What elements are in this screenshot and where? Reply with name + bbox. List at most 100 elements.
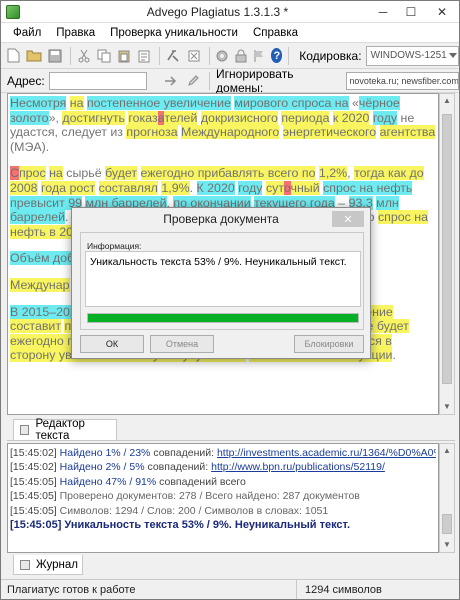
plain-text: сырьё bbox=[62, 166, 106, 181]
chevron-down-icon[interactable] bbox=[448, 45, 459, 66]
match-highlight: на bbox=[49, 166, 63, 181]
window-title: Advego Plagiatus 1.3.1.3 * bbox=[146, 4, 289, 19]
match-highlight: Междунар bbox=[10, 277, 70, 292]
match-highlight: докризисного bbox=[200, 110, 278, 125]
toolbar-separator bbox=[208, 46, 210, 65]
blocks-button[interactable]: Блокировки bbox=[294, 335, 364, 353]
log-line: [15:45:05] Символов: 1294 / Слов: 200 / … bbox=[10, 504, 436, 518]
encoding-select[interactable]: WINDOWS-1251 bbox=[365, 45, 450, 66]
log-time: [15:45:02] bbox=[10, 461, 57, 474]
close-button[interactable]: ✕ bbox=[425, 1, 459, 23]
plain-text: », bbox=[48, 110, 63, 125]
clear-icon[interactable] bbox=[187, 48, 201, 64]
log-scrollbar[interactable]: ▲ ▼ bbox=[439, 443, 455, 553]
edit-icon[interactable] bbox=[185, 73, 201, 89]
ok-button[interactable]: ОК bbox=[80, 335, 144, 353]
toolbar: ? Кодировка: WINDOWS-1251 bbox=[1, 43, 459, 69]
minimize-button[interactable]: ─ bbox=[369, 1, 397, 23]
plain-text: « bbox=[348, 96, 359, 110]
scroll-thumb[interactable] bbox=[442, 514, 452, 534]
address-input[interactable] bbox=[48, 71, 148, 90]
log-line: [15:45:02] Найдено 2% / 5% совпадений: h… bbox=[10, 460, 436, 474]
lock-icon[interactable] bbox=[235, 48, 247, 64]
app-logo-icon bbox=[6, 4, 20, 19]
toolbar-separator bbox=[209, 71, 211, 90]
go-arrow-icon[interactable] bbox=[163, 73, 179, 89]
dialog-title-bar: Проверка документа ✕ bbox=[72, 208, 370, 230]
paste-icon[interactable] bbox=[117, 48, 131, 64]
match-highlight-alt: К 2020 bbox=[196, 180, 235, 195]
new-file-icon[interactable] bbox=[7, 48, 20, 64]
cut-icon[interactable] bbox=[77, 48, 91, 64]
menu-file[interactable]: Файл bbox=[5, 27, 48, 39]
document-icon bbox=[20, 425, 30, 435]
match-highlight: гоказ bbox=[128, 110, 158, 125]
match-highlight: прогноза bbox=[126, 125, 178, 140]
plain-text bbox=[137, 166, 140, 180]
log-text: совпадений: bbox=[150, 447, 217, 459]
match-highlight-alt: году bbox=[238, 180, 263, 195]
settings-icon[interactable] bbox=[215, 48, 229, 64]
scroll-down-icon[interactable]: ▼ bbox=[440, 538, 454, 552]
scroll-up-icon[interactable]: ▲ bbox=[440, 94, 454, 108]
log-found: Найдено 2% / 5% bbox=[59, 461, 145, 474]
match-highlight-alt: В 2015–202 bbox=[10, 304, 77, 319]
toolbar-separator bbox=[158, 46, 160, 65]
scroll-thumb[interactable] bbox=[442, 114, 452, 384]
address-bar: Адрес: Игнорировать домены: novoteka.ru;… bbox=[1, 67, 459, 95]
dialog-close-button[interactable]: ✕ bbox=[332, 211, 364, 227]
character-count: 1294 символов bbox=[305, 583, 382, 596]
editor-paragraph: Несмотря на постепенное увеличение миров… bbox=[10, 96, 436, 154]
tab-text-editor[interactable]: Редактор текста bbox=[13, 418, 117, 442]
typo-highlight: С bbox=[10, 166, 19, 181]
info-message: Уникальность текста 53% / 9%. Неуникальн… bbox=[85, 251, 361, 307]
save-icon[interactable] bbox=[48, 48, 62, 64]
log-line: [15:45:05] Найдено 47% / 91% совпадений … bbox=[10, 475, 436, 489]
typo-highlight: о bbox=[283, 180, 291, 195]
flag-icon[interactable] bbox=[253, 48, 265, 64]
copy-icon[interactable] bbox=[97, 48, 111, 64]
match-highlight: 1,9% bbox=[161, 180, 190, 195]
open-folder-icon[interactable] bbox=[26, 48, 42, 64]
clipboard-icon[interactable] bbox=[137, 48, 151, 64]
log-link[interactable]: http://www.bpn.ru/publications/52119/ bbox=[211, 461, 385, 473]
progress-bar bbox=[87, 313, 359, 323]
log-text: совпадений всего bbox=[156, 475, 246, 488]
dialog-info-group: Информация: Уникальность текста 53% / 9%… bbox=[80, 232, 364, 330]
dialog-title: Проверка документа bbox=[163, 212, 279, 226]
title-bar: Advego Plagiatus 1.3.1.3 * ─ ☐ ✕ bbox=[1, 1, 459, 23]
cancel-button[interactable]: Отмена bbox=[150, 335, 214, 353]
check-document-dialog: Проверка документа ✕ Информация: Уникаль… bbox=[71, 207, 371, 359]
journal-icon bbox=[20, 559, 30, 570]
log-line: [15:45:05] Проверено документов: 278 / В… bbox=[10, 489, 436, 503]
tab-journal[interactable]: Журнал bbox=[13, 555, 83, 575]
log-time: [15:45:05] bbox=[10, 490, 57, 503]
toolbar-separator bbox=[70, 46, 71, 65]
check-uniqueness-icon[interactable] bbox=[166, 48, 181, 64]
help-icon[interactable]: ? bbox=[271, 48, 283, 63]
match-highlight: составлял bbox=[98, 180, 158, 195]
match-highlight-alt: мирового спроса на bbox=[234, 96, 349, 110]
scroll-down-icon[interactable]: ▼ bbox=[440, 400, 454, 414]
match-highlight: на bbox=[69, 96, 84, 110]
plain-text: . bbox=[392, 348, 396, 363]
log-text: Проверено документов: 278 / Всего найден… bbox=[56, 490, 360, 503]
scroll-up-icon[interactable]: ▲ bbox=[440, 444, 454, 458]
plain-text: . bbox=[189, 180, 197, 195]
ignore-domains-input[interactable]: novoteka.ru; newsfiber.com bbox=[346, 71, 459, 90]
menu-edit[interactable]: Правка bbox=[48, 27, 102, 39]
editor-scrollbar[interactable]: ▲ ▼ bbox=[439, 93, 455, 415]
match-highlight: достигнуть bbox=[62, 110, 125, 125]
log-panel[interactable]: [15:45:02] Найдено 1% / 23% совпадений: … bbox=[7, 443, 439, 553]
match-highlight: года рост bbox=[41, 180, 96, 195]
plain-text: (МЭА). bbox=[10, 139, 50, 154]
match-highlight: составит bbox=[10, 319, 62, 334]
maximize-button[interactable]: ☐ bbox=[397, 1, 425, 23]
menu-help[interactable]: Справка bbox=[245, 27, 305, 39]
match-highlight: к 2020 bbox=[332, 110, 370, 125]
menu-check-uniqueness[interactable]: Проверка уникальности bbox=[102, 27, 245, 39]
match-highlight: агентства bbox=[379, 125, 436, 140]
address-label: Адрес: bbox=[7, 73, 45, 88]
editor-tabstrip: Редактор текста bbox=[7, 417, 455, 442]
log-link[interactable]: http://investments.academic.ru/1364/%D0%… bbox=[217, 447, 436, 459]
